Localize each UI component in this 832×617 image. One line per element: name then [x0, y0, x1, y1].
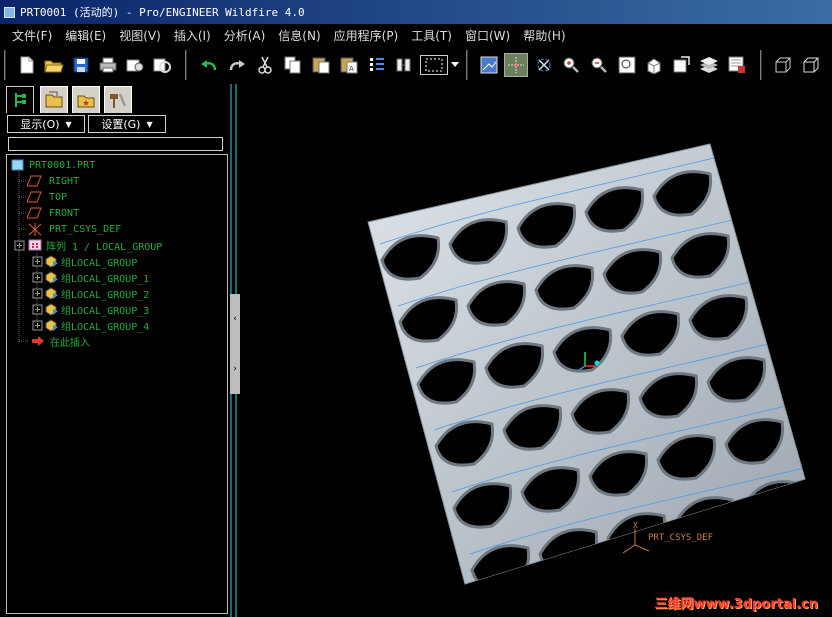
regen-icon[interactable] — [151, 54, 173, 76]
settings-dropdown[interactable]: 设置(G) ▼ — [88, 115, 166, 133]
undo-icon[interactable] — [198, 54, 220, 76]
menu-file[interactable]: 文件(F) — [12, 27, 52, 44]
settings-dropdown-label: 设置(G) — [101, 118, 141, 131]
show-dropdown[interactable]: 显示(O) ▼ — [7, 115, 85, 133]
navigator-panel: 显示(O) ▼ 设置(G) ▼ PRT0001.PRT RIGHT TOP FRON… — [0, 84, 230, 617]
model-render: X — [367, 143, 806, 585]
toolbar-separator — [466, 50, 468, 80]
menu-applications[interactable]: 应用程序(P) — [334, 27, 399, 44]
title-bar: PRT0001 (活动的) - Pro/ENGINEER Wildfire 4.… — [0, 0, 832, 24]
panel-splitter[interactable]: ‹ › — [230, 84, 240, 617]
chevron-down-icon: ▼ — [65, 119, 72, 129]
window-title: PRT0001 (活动的) - Pro/ENGINEER Wildfire 4.… — [20, 6, 305, 19]
open-icon[interactable] — [43, 54, 65, 76]
expand-right-icon[interactable]: › — [233, 364, 237, 374]
splitter-grip[interactable]: ‹ › — [230, 294, 240, 394]
menu-help[interactable]: 帮助(H) — [523, 27, 565, 44]
tree-item-label: 组LOCAL_GROUP_3 — [61, 305, 150, 317]
model-tree-tab[interactable] — [6, 86, 34, 113]
csys-label: PRT_CSYS_DEF — [648, 533, 714, 543]
menu-tools[interactable]: 工具(T) — [411, 27, 452, 44]
find-icon[interactable] — [393, 54, 415, 76]
lattice-model — [367, 143, 806, 585]
cut-icon[interactable] — [254, 54, 276, 76]
folder-browser-tab[interactable] — [40, 86, 68, 113]
favorites-tab[interactable] — [72, 86, 100, 113]
menu-analysis[interactable]: 分析(A) — [224, 27, 266, 44]
tree-search-input[interactable] — [8, 137, 223, 151]
show-dropdown-label: 显示(O) — [20, 118, 60, 131]
menu-bar: 文件(F) 编辑(E) 视图(V) 插入(I) 分析(A) 信息(N) 应用程序… — [0, 24, 832, 46]
layers-icon[interactable] — [698, 54, 720, 76]
regenerate-icon[interactable] — [366, 54, 388, 76]
main-toolbar: A — [0, 46, 832, 84]
hidden-line-icon[interactable] — [800, 54, 822, 76]
model-tree: PRT0001.PRT RIGHT TOP FRONT PRT_CSYS_DEF… — [6, 154, 228, 614]
connections-tab[interactable] — [104, 86, 132, 113]
paste-icon[interactable] — [310, 54, 332, 76]
zoom-in-icon[interactable] — [560, 54, 582, 76]
refit-icon[interactable] — [616, 54, 638, 76]
chevron-down-icon[interactable] — [450, 54, 460, 76]
watermark: 三维网www.3dportal.cn — [654, 597, 818, 612]
reorient-icon[interactable] — [643, 54, 665, 76]
menu-view[interactable]: 视图(V) — [119, 27, 161, 44]
graphics-viewport[interactable]: X PRT_CSYS_DEF 三维网www.3dportal.cn — [240, 84, 832, 617]
tree-item-label: 组LOCAL_GROUP_2 — [61, 289, 150, 301]
view-manager-icon[interactable] — [726, 54, 748, 76]
tree-item-label: 组LOCAL_GROUP — [61, 257, 138, 269]
svg-text:A: A — [349, 65, 354, 73]
tree-item-label: 组LOCAL_GROUP_4 — [61, 321, 150, 333]
menu-info[interactable]: 信息(N) — [278, 27, 320, 44]
new-icon[interactable] — [16, 54, 38, 76]
paste-special-icon[interactable]: A — [338, 54, 360, 76]
copy-icon[interactable] — [282, 54, 304, 76]
tree-item-label: 组LOCAL_GROUP_1 — [61, 273, 150, 285]
print-icon[interactable] — [97, 54, 119, 76]
save-icon[interactable] — [70, 54, 92, 76]
menu-insert[interactable]: 插入(I) — [174, 27, 211, 44]
saved-views-icon[interactable] — [670, 54, 692, 76]
select-box-icon[interactable] — [420, 55, 448, 75]
tree-connectors — [18, 169, 38, 343]
menu-edit[interactable]: 编辑(E) — [65, 27, 106, 44]
toolbar-separator — [185, 50, 187, 80]
app-icon — [4, 6, 15, 18]
repaint-icon[interactable] — [478, 54, 500, 76]
redo-icon[interactable] — [226, 54, 248, 76]
wireframe-icon[interactable] — [772, 54, 794, 76]
spin-center-icon[interactable] — [504, 53, 528, 77]
chevron-down-icon: ▼ — [146, 119, 153, 129]
orient-icon[interactable] — [533, 54, 555, 76]
menu-window[interactable]: 窗口(W) — [465, 27, 510, 44]
collapse-left-icon[interactable]: ‹ — [233, 314, 237, 324]
zoom-out-icon[interactable] — [588, 54, 610, 76]
send-icon[interactable] — [124, 54, 146, 76]
svg-text:X: X — [633, 521, 638, 530]
toolbar-separator — [760, 50, 762, 80]
toolbar-separator — [4, 50, 6, 80]
